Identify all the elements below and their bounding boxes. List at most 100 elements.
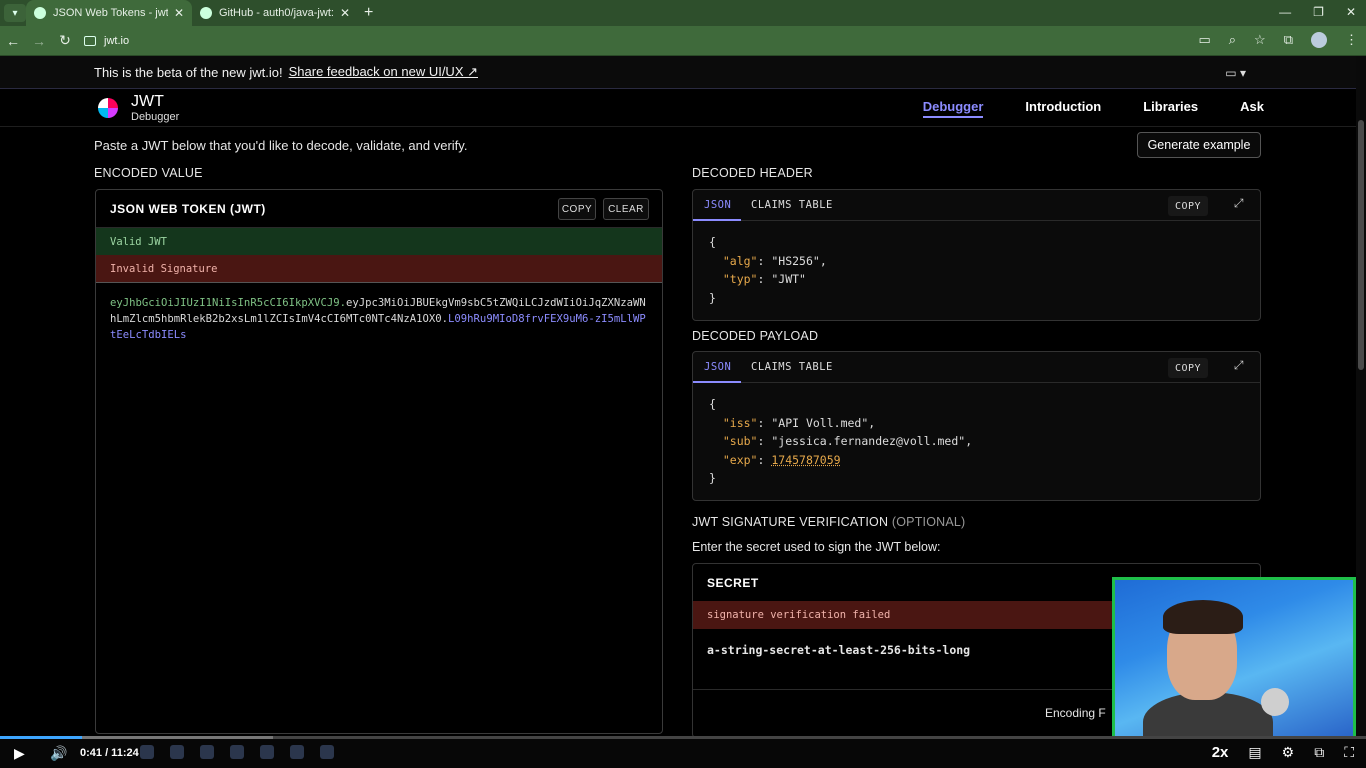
browser-tab-github[interactable]: GitHub - auth0/java-jwt: Java im ✕	[192, 0, 358, 26]
restore-icon[interactable]: ❐	[1313, 5, 1324, 19]
banner-text: This is the beta of the new jwt.io!	[94, 64, 283, 80]
volume-icon[interactable]: 🔊	[50, 745, 67, 762]
taskbar-icons	[140, 745, 334, 759]
page-scrollbar[interactable]	[1356, 56, 1366, 736]
taskbar-app-icon[interactable]	[230, 745, 244, 759]
expand-icon[interactable]: ⤢	[1234, 196, 1244, 211]
nav-libraries[interactable]: Libraries	[1143, 99, 1198, 118]
tab-claims-table[interactable]: CLAIMS TABLE	[751, 361, 833, 373]
feedback-link[interactable]: Share feedback on new UI/UX ↗	[289, 64, 478, 80]
taskbar-app-icon[interactable]	[290, 745, 304, 759]
github-favicon-icon	[200, 7, 212, 19]
json-value: "HS256"	[771, 253, 820, 268]
json-key: "typ"	[722, 272, 758, 286]
tab-title: GitHub - auth0/java-jwt: Java im	[219, 7, 334, 19]
tab-search-dropdown[interactable]: ▾	[4, 4, 26, 22]
back-icon[interactable]: ←	[0, 33, 26, 49]
browser-tab-bar: ▾ JSON Web Tokens - jwt.io ✕ GitHub - au…	[0, 0, 1366, 26]
settings-gear-icon[interactable]: ⚙	[1282, 744, 1295, 761]
token-input[interactable]: eyJhbGciOiJIUzI1NiIsInR5cCI6IkpXVCJ9.eyJ…	[96, 282, 662, 733]
nav-introduction[interactable]: Introduction	[1025, 99, 1101, 118]
menu-kebab-icon[interactable]: ⋮	[1345, 32, 1358, 48]
encoding-format-label[interactable]: Encoding F	[1045, 706, 1106, 720]
reload-icon[interactable]: ↻	[52, 32, 78, 49]
json-open-brace: {	[709, 235, 716, 249]
taskbar-app-icon[interactable]	[260, 745, 274, 759]
decoded-payload-panel: JSON CLAIMS TABLE COPY ⤢ { "iss": "API V…	[692, 351, 1261, 501]
json-row-iss: "iss": "API Voll.med",	[722, 415, 876, 430]
intro-text: Paste a JWT below that you'd like to dec…	[94, 138, 468, 153]
device-selector-icon[interactable]: ▭ ▾	[1225, 66, 1246, 80]
decoded-header-title: DECODED HEADER	[692, 166, 813, 180]
window-controls: — ❐ ✕	[1279, 5, 1356, 19]
active-tab-indicator	[693, 381, 741, 383]
signature-description: Enter the secret used to sign the JWT be…	[692, 540, 941, 554]
zoom-icon[interactable]: ⌕	[1229, 32, 1236, 48]
json-open-brace: {	[709, 397, 716, 411]
jwt-favicon-icon	[34, 7, 46, 19]
new-tab-icon[interactable]: +	[364, 4, 373, 22]
profile-avatar[interactable]	[1311, 32, 1327, 48]
close-window-icon[interactable]: ✕	[1346, 5, 1356, 19]
top-nav: Debugger Introduction Libraries Ask	[922, 99, 1264, 118]
bookmark-star-icon[interactable]: ☆	[1254, 32, 1266, 48]
signature-section-title: JWT SIGNATURE VERIFICATION (OPTIONAL)	[692, 515, 965, 529]
nav-ask[interactable]: Ask	[1240, 99, 1264, 118]
generate-example-button[interactable]: Generate example	[1137, 132, 1261, 158]
copy-payload-button[interactable]: COPY	[1168, 358, 1208, 378]
play-icon[interactable]: ▶	[14, 745, 25, 762]
site-info-icon[interactable]	[84, 35, 96, 46]
tab-claims-table[interactable]: CLAIMS TABLE	[751, 199, 833, 211]
taskbar-app-icon[interactable]	[320, 745, 334, 759]
address-bar-actions: ▭ ⌕ ☆ ⧉ ⋮	[1198, 32, 1358, 48]
cast-icon[interactable]: ▭	[1198, 32, 1210, 48]
player-controls-right: 2x ▤ ⚙ ⧉ ⛶	[1212, 744, 1354, 761]
forward-icon[interactable]: →	[26, 33, 52, 49]
extensions-icon[interactable]: ⧉	[1284, 32, 1293, 48]
tab-json[interactable]: JSON	[704, 199, 731, 211]
json-row-typ: "typ": "JWT"	[722, 272, 806, 286]
played-bar	[0, 736, 82, 739]
url-field[interactable]: jwt.io	[84, 35, 129, 47]
presenter-hair	[1163, 600, 1243, 634]
json-close-brace: }	[709, 471, 716, 485]
url-text: jwt.io	[104, 34, 130, 47]
json-row-exp: "exp": 1745787059	[722, 452, 841, 467]
close-icon[interactable]: ✕	[340, 6, 350, 20]
clear-token-button[interactable]: CLEAR	[603, 198, 649, 220]
minimize-icon[interactable]: —	[1279, 5, 1291, 19]
taskbar-app-icon[interactable]	[140, 745, 154, 759]
site-header: JWT Debugger Debugger Introduction Libra…	[0, 89, 1356, 127]
video-progress-bar[interactable]	[0, 736, 1366, 739]
taskbar-app-icon[interactable]	[200, 745, 214, 759]
json-key: "iss"	[722, 415, 758, 430]
encoded-section-title: ENCODED VALUE	[94, 166, 203, 180]
jwt-logo-icon[interactable]	[98, 98, 118, 118]
decoded-payload-tabs: JSON CLAIMS TABLE COPY ⤢	[693, 352, 1260, 383]
video-player-bar: ▶ 🔊 0:41 / 11:24 2x ▤ ⚙ ⧉ ⛶	[0, 736, 1366, 768]
subtitles-icon[interactable]: ▤	[1248, 744, 1261, 761]
scrollbar-thumb[interactable]	[1358, 120, 1364, 370]
decoded-payload-json: { "iss": "API Voll.med", "sub": "jessica…	[693, 383, 1260, 500]
copy-header-button[interactable]: COPY	[1168, 196, 1208, 216]
webcam-overlay	[1112, 577, 1356, 739]
signature-title-text: JWT SIGNATURE VERIFICATION	[692, 515, 889, 529]
video-time: 0:41 / 11:24	[80, 747, 139, 759]
nav-debugger[interactable]: Debugger	[922, 99, 984, 118]
tab-json[interactable]: JSON	[704, 361, 731, 373]
copy-token-button[interactable]: COPY	[558, 198, 596, 220]
playback-speed[interactable]: 2x	[1212, 744, 1229, 761]
json-row-sub: "sub": "jessica.fernandez@voll.med",	[722, 434, 973, 448]
json-close-brace: }	[709, 290, 716, 305]
valid-jwt-status: Valid JWT	[96, 228, 662, 255]
expand-icon[interactable]: ⤢	[1234, 358, 1244, 373]
logo-title[interactable]: JWT	[131, 93, 164, 111]
optional-label: (OPTIONAL)	[891, 515, 966, 529]
browser-tab-jwt[interactable]: JSON Web Tokens - jwt.io ✕	[26, 0, 192, 26]
taskbar-app-icon[interactable]	[170, 745, 184, 759]
miniplayer-icon[interactable]: ⧉	[1314, 744, 1324, 761]
json-value[interactable]: 1745787059	[771, 453, 840, 467]
microphone-icon	[1261, 688, 1289, 716]
fullscreen-icon[interactable]: ⛶	[1344, 744, 1354, 761]
close-icon[interactable]: ✕	[174, 6, 184, 20]
